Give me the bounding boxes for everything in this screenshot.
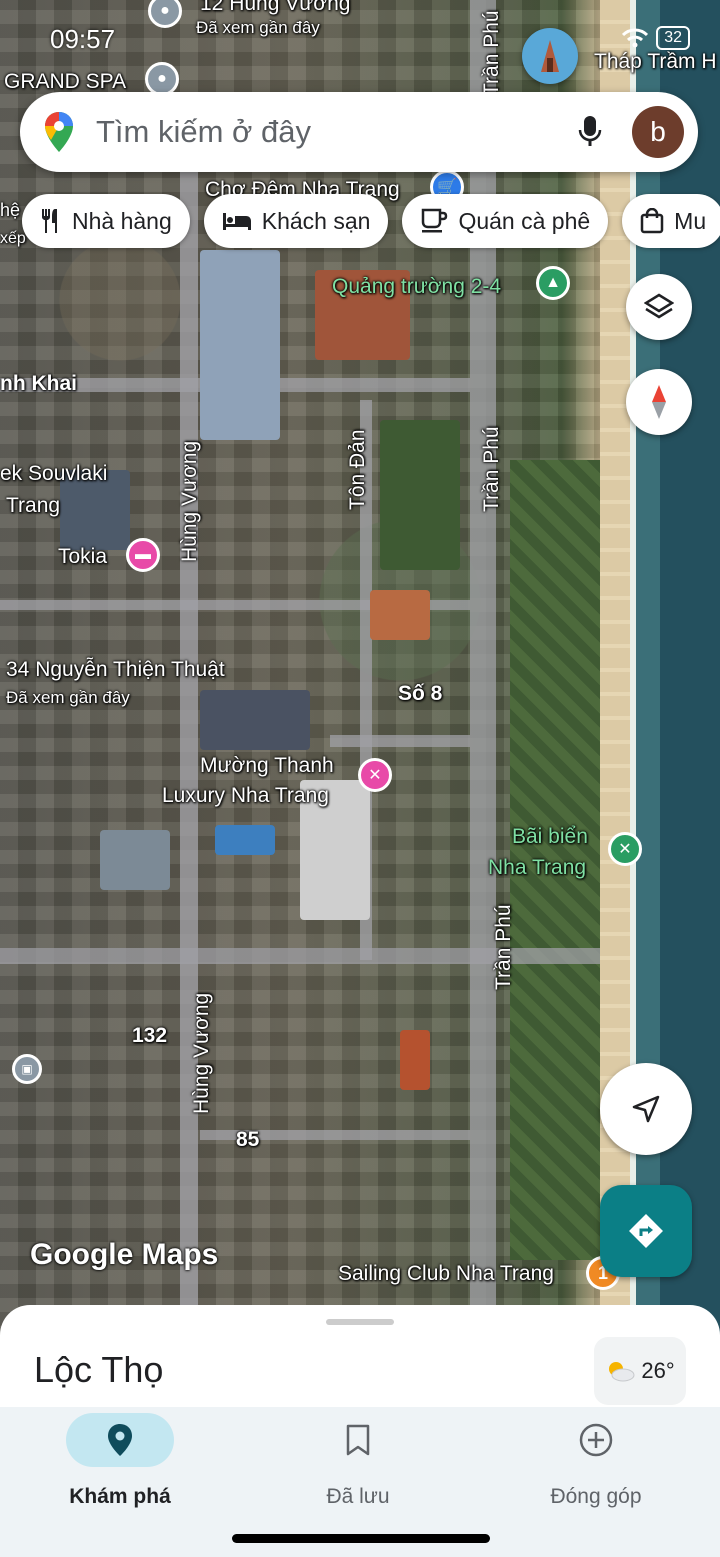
- nav-explore[interactable]: Khám phá: [0, 1413, 240, 1523]
- fork-knife-icon: [42, 209, 57, 233]
- map-label: Sailing Club Nha Trang: [338, 1262, 554, 1285]
- bottom-sheet[interactable]: Lộc Thọ 26°: [0, 1305, 720, 1415]
- nav-label: Đóng góp: [550, 1485, 642, 1508]
- street-label: Trần Phú: [492, 904, 515, 990]
- building: [200, 250, 280, 440]
- map-label: Quảng trường 2-4: [332, 275, 502, 298]
- weather-badge[interactable]: 26°: [594, 1337, 686, 1405]
- map-label: ek Souvlaki: [0, 462, 108, 485]
- building: [370, 590, 430, 640]
- directions-button[interactable]: [600, 1185, 692, 1277]
- chip-restaurants[interactable]: Nhà hàng: [22, 194, 190, 248]
- street-label: Trần Phú: [480, 426, 503, 512]
- compass-icon: [652, 385, 666, 419]
- map-label: Bãi biển: [512, 825, 588, 848]
- nav-label: Đã lưu: [326, 1485, 390, 1508]
- account-avatar[interactable]: b: [632, 106, 684, 158]
- map-label: 132: [132, 1024, 168, 1047]
- map-label: 85: [236, 1128, 260, 1151]
- search-bar[interactable]: Tìm kiếm ở đây b: [20, 92, 698, 172]
- building: [400, 1030, 430, 1090]
- battery-indicator: 32: [656, 26, 690, 50]
- map-label: Số 8: [398, 682, 443, 705]
- park-tree-pin-icon[interactable]: ▲: [536, 266, 570, 300]
- building: [200, 690, 310, 750]
- status-indicators: 32: [622, 26, 690, 50]
- chip-cafes[interactable]: Quán cà phê: [402, 194, 609, 248]
- coffee-cup-icon: [422, 208, 448, 233]
- hotel-pin-icon[interactable]: ▬: [126, 538, 160, 572]
- bookmark-icon: [304, 1413, 412, 1467]
- street-label: Hùng Vương: [178, 440, 201, 562]
- layers-button[interactable]: [626, 274, 692, 340]
- nav-contribute[interactable]: Đóng góp: [476, 1413, 716, 1523]
- map-label: Đã xem gần đây: [6, 688, 130, 707]
- street-label: Trần Phú: [480, 10, 503, 96]
- map-label: Trang: [6, 494, 61, 517]
- temperature: 26°: [641, 1358, 675, 1383]
- area-name: Lộc Thọ: [34, 1349, 164, 1390]
- wifi-icon: [622, 28, 649, 48]
- explore-pin-icon: [66, 1413, 174, 1467]
- nav-label: Khám phá: [69, 1485, 171, 1508]
- home-indicator[interactable]: [232, 1534, 490, 1543]
- partly-cloudy-icon: [609, 1362, 635, 1382]
- sheet-drag-handle[interactable]: [326, 1319, 394, 1325]
- add-circle-icon: [542, 1413, 650, 1467]
- chip-label: Nhà hàng: [72, 207, 172, 234]
- road: [330, 735, 470, 747]
- chip-shopping[interactable]: Mu: [622, 194, 720, 248]
- chip-label: Quán cà phê: [458, 207, 591, 234]
- status-time: 09:57: [50, 24, 116, 54]
- map-label: Tokia: [58, 545, 108, 568]
- map-label: Nha Trang: [488, 856, 587, 879]
- google-maps-pin-icon: [45, 112, 73, 152]
- map-label: Mường Thanh: [200, 754, 334, 777]
- chip-label: Khách sạn: [261, 207, 371, 234]
- street-label: Hùng Vương: [190, 992, 213, 1114]
- street-label: Tôn Đản: [346, 429, 369, 510]
- microphone-icon[interactable]: [578, 115, 602, 149]
- category-chips: Nhà hàng Khách sạn Quán cà phê Mu: [22, 194, 720, 248]
- chip-hotels[interactable]: Khách sạn: [203, 194, 389, 248]
- tower-landmark-icon[interactable]: [522, 28, 578, 84]
- layers-icon: [644, 293, 674, 319]
- map-label: 12 Hùng Vương: [200, 0, 351, 15]
- navigation-arrow-icon: [632, 1095, 660, 1123]
- google-maps-logo: Google Maps: [30, 1238, 219, 1271]
- chip-label: Mu: [674, 207, 707, 234]
- compass-button[interactable]: [626, 369, 692, 435]
- bed-icon: [222, 213, 251, 230]
- building: [380, 420, 460, 570]
- building: [215, 825, 275, 855]
- my-location-button[interactable]: [600, 1063, 692, 1155]
- map-label: Tháp Trầm H: [594, 50, 717, 73]
- map-label: hệ: [0, 200, 21, 220]
- shopping-bag-icon: [640, 208, 664, 234]
- nav-saved[interactable]: Đã lưu: [238, 1413, 478, 1523]
- map-label: Luxury Nha Trang: [162, 784, 329, 807]
- map-label: GRAND SPA: [4, 70, 127, 93]
- bus-stop-icon[interactable]: ▣: [12, 1054, 42, 1084]
- search-input[interactable]: Tìm kiếm ở đây: [96, 114, 578, 150]
- recent-place-pin-icon[interactable]: ●: [148, 0, 182, 28]
- map-label: nh Khai: [0, 372, 77, 395]
- beach-pin-icon[interactable]: ✕: [608, 832, 642, 866]
- building: [100, 830, 170, 890]
- map-label: 34 Nguyễn Thiện Thuật: [6, 658, 225, 681]
- recent-place-pin-icon[interactable]: ●: [145, 62, 179, 96]
- road: [180, 170, 198, 1340]
- hotel-pin-icon[interactable]: ✕: [358, 758, 392, 792]
- directions-icon: [629, 1214, 663, 1248]
- map-label: Đã xem gần đây: [196, 18, 320, 37]
